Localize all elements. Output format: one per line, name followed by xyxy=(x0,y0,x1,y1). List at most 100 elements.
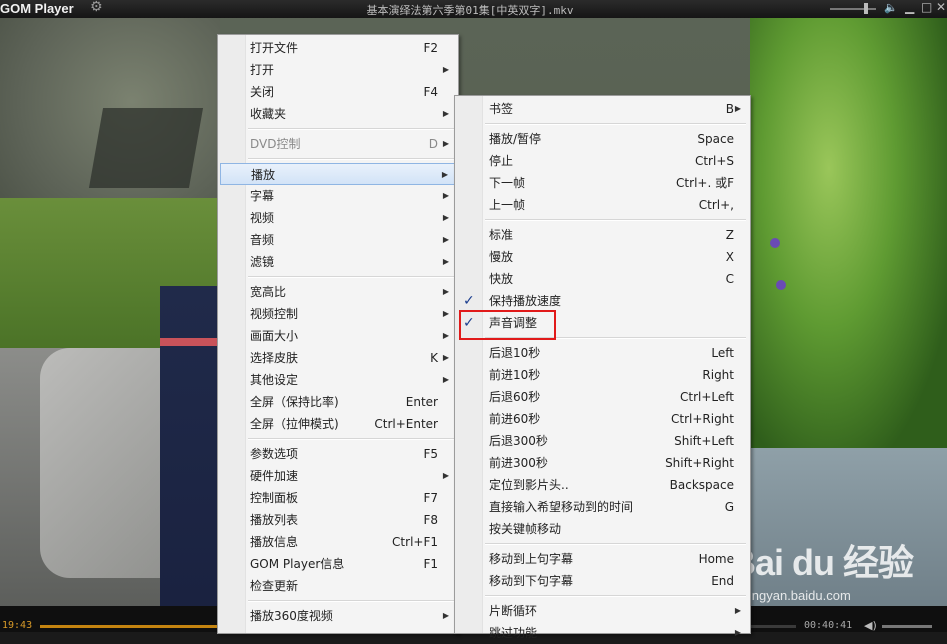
menu-item[interactable]: 书签 B ▶ xyxy=(457,98,748,120)
menu-item[interactable]: 后退300秒 Shift+Left xyxy=(457,430,748,452)
menu-item[interactable]: 慢放 X xyxy=(457,246,748,268)
window-title: 基本演绎法第六季第01集[中英双字].mkv xyxy=(366,4,574,17)
menu-item[interactable]: 移动到下句字幕 End xyxy=(457,570,748,592)
submenu-arrow-icon: ▶ xyxy=(442,287,449,296)
submenu-arrow-icon: ▶ xyxy=(442,611,449,620)
menu-item[interactable]: 控制面板 F7 xyxy=(220,487,456,509)
menu-item-label: 播放 xyxy=(251,168,276,182)
menu-item-label: 慢放 xyxy=(489,250,514,264)
menu-item[interactable]: 播放列表 F8 xyxy=(220,509,456,531)
submenu-arrow-icon: ▶ xyxy=(734,628,741,637)
menu-item-label: 控制面板 xyxy=(250,491,299,505)
menu-item-shortcut: Backspace xyxy=(669,478,734,492)
menu-item[interactable]: 标准 Z xyxy=(457,224,748,246)
menu-item[interactable]: 播放信息 Ctrl+F1 xyxy=(220,531,456,553)
menu-item[interactable]: 快放 C xyxy=(457,268,748,290)
menu-item[interactable]: 定位到影片头.. Backspace xyxy=(457,474,748,496)
menu-item[interactable]: 停止 Ctrl+S xyxy=(457,150,748,172)
menu-item[interactable]: 上一帧 Ctrl+, xyxy=(457,194,748,216)
menu-item[interactable]: 前进300秒 Shift+Right xyxy=(457,452,748,474)
menu-item[interactable]: 直接输入希望移动到的时间 G xyxy=(457,496,748,518)
menu-item-label: 滤镜 xyxy=(250,255,275,269)
menu-item[interactable]: 其他设定 ▶ xyxy=(220,369,456,391)
menu-item-shortcut: Ctrl+, xyxy=(698,198,734,212)
minimize-icon[interactable]: ▁ xyxy=(905,0,914,14)
menu-item[interactable]: 滤镜 ▶ xyxy=(220,251,456,273)
menu-item-label: 快放 xyxy=(489,272,514,286)
menu-item[interactable]: 硬件加速 ▶ xyxy=(220,465,456,487)
menu-item[interactable]: 打开文件 F2 xyxy=(220,37,456,59)
menu-item-label: 关闭 xyxy=(250,85,275,99)
close-icon[interactable]: ✕ xyxy=(936,0,946,14)
menu-item-label: 音频 xyxy=(250,233,275,247)
menu-item[interactable]: GOM Player信息 F1 xyxy=(220,553,456,575)
menu-item-label: 收藏夹 xyxy=(250,107,287,121)
menu-item[interactable]: 收藏夹 ▶ xyxy=(220,103,456,125)
menu-separator xyxy=(485,595,746,597)
menu-separator xyxy=(248,158,454,160)
menu-item[interactable]: DVD控制 D ▶ xyxy=(220,133,456,155)
video-bg-flower xyxy=(776,280,786,290)
menu-item[interactable]: 关闭 F4 xyxy=(220,81,456,103)
checkmark-icon: ✓ xyxy=(463,293,475,309)
maximize-icon[interactable]: □ xyxy=(921,0,932,14)
menu-separator xyxy=(248,438,454,440)
menu-separator xyxy=(248,600,454,602)
submenu-arrow-icon: ▶ xyxy=(442,471,449,480)
menu-item-shortcut: Ctrl+Enter xyxy=(374,417,438,431)
menu-item[interactable]: 跳过功能 ▶ xyxy=(457,622,748,644)
video-bg-plant xyxy=(750,18,947,448)
menu-item-shortcut: Shift+Left xyxy=(674,434,734,448)
menu-item[interactable]: 检查更新 xyxy=(220,575,456,597)
menu-item-shortcut: Ctrl+Left xyxy=(680,390,734,404)
speaker-icon[interactable]: 🔈 xyxy=(884,1,898,14)
menu-item[interactable]: 按关键帧移动 xyxy=(457,518,748,540)
menu-item[interactable]: 播放/暂停 Space xyxy=(457,128,748,150)
menu-item-label: 移动到下句字幕 xyxy=(489,574,574,588)
menu-item-label: 其他设定 xyxy=(250,373,299,387)
menu-item[interactable]: 前进10秒 Right xyxy=(457,364,748,386)
menu-item[interactable]: 打开 ▶ xyxy=(220,59,456,81)
menu-item[interactable]: 后退10秒 Left xyxy=(457,342,748,364)
menu-item[interactable]: ✓ 保持播放速度 xyxy=(457,290,748,312)
menu-item[interactable]: 画面大小 ▶ xyxy=(220,325,456,347)
menu-item-label: 定位到影片头.. xyxy=(489,478,569,492)
menu-separator xyxy=(248,128,454,130)
menu-item[interactable]: 后退60秒 Ctrl+Left xyxy=(457,386,748,408)
menu-item-shortcut: Left xyxy=(711,346,734,360)
menu-item[interactable]: 选择皮肤 K ▶ xyxy=(220,347,456,369)
gear-icon[interactable]: ⚙ xyxy=(90,0,103,15)
menu-item[interactable]: 视频控制 ▶ xyxy=(220,303,456,325)
menu-item-label: 后退10秒 xyxy=(489,346,541,360)
menu-item-label: 播放360度视频 xyxy=(250,609,333,623)
menu-item[interactable]: 播放 ▶ xyxy=(220,163,456,185)
current-time: 19:43 xyxy=(2,620,33,631)
menu-item-label: 前进10秒 xyxy=(489,368,541,382)
menu-item[interactable]: 音频 ▶ xyxy=(220,229,456,251)
volume-slider[interactable] xyxy=(830,8,876,10)
menu-item[interactable]: 片断循环 ▶ xyxy=(457,600,748,622)
menu-item[interactable]: 宽高比 ▶ xyxy=(220,281,456,303)
menu-item[interactable]: 参数选项 F5 xyxy=(220,443,456,465)
menu-item[interactable]: 视频 ▶ xyxy=(220,207,456,229)
menu-item-label: 全屏（拉伸模式) xyxy=(250,417,339,431)
volume-icon[interactable]: ◀) xyxy=(864,619,877,632)
submenu-arrow-icon: ▶ xyxy=(442,109,449,118)
menu-item-label: 字幕 xyxy=(250,189,275,203)
menu-item-label: 播放/暂停 xyxy=(489,132,542,146)
menu-item[interactable]: 字幕 ▶ xyxy=(220,185,456,207)
menu-item-shortcut: End xyxy=(711,574,734,588)
menu-item[interactable]: 全屏（保持比率) Enter xyxy=(220,391,456,413)
video-bg-flower xyxy=(770,238,780,248)
volume-bar[interactable] xyxy=(882,625,932,628)
menu-item-label: 按关键帧移动 xyxy=(489,522,562,536)
submenu-arrow-icon: ▶ xyxy=(442,331,449,340)
menu-item[interactable]: 播放360度视频 ▶ xyxy=(220,605,456,627)
menu-item[interactable]: 全屏（拉伸模式) Ctrl+Enter xyxy=(220,413,456,435)
volume-slider-knob[interactable] xyxy=(864,3,868,14)
menu-item[interactable]: 下一帧 Ctrl+. 或F xyxy=(457,172,748,194)
submenu-arrow-icon: ▶ xyxy=(442,139,449,148)
menu-item[interactable]: 移动到上句字幕 Home xyxy=(457,548,748,570)
app-logo: GOM Player xyxy=(0,1,74,16)
menu-item[interactable]: 前进60秒 Ctrl+Right xyxy=(457,408,748,430)
